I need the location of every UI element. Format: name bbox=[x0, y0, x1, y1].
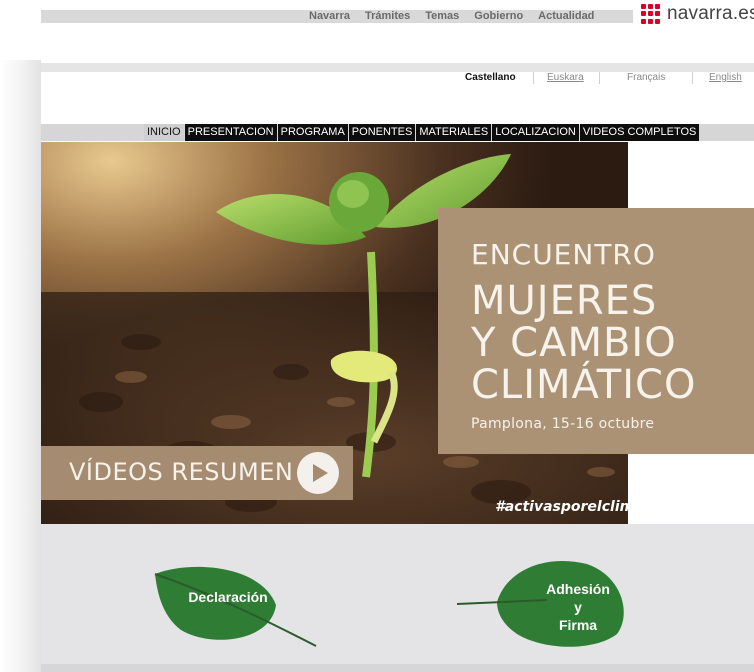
lang-separator bbox=[533, 72, 534, 84]
menu-inicio[interactable]: INICIO bbox=[144, 124, 185, 141]
menu-programa[interactable]: PROGRAMA bbox=[277, 124, 349, 141]
event-title-line-2: Y CAMBIO bbox=[471, 320, 677, 366]
navarra-logo[interactable]: navarra.es bbox=[641, 3, 754, 25]
menu-localizacion[interactable]: LOCALIZACION bbox=[492, 124, 580, 141]
menu-videos-completos[interactable]: VIDEOS COMPLETOS bbox=[579, 124, 701, 141]
menu-presentacion[interactable]: PRESENTACION bbox=[184, 124, 278, 141]
adhesion-label-2: y bbox=[574, 599, 582, 615]
lang-separator bbox=[599, 72, 600, 84]
navarra-dots-icon bbox=[641, 3, 662, 25]
links-section: Declaración Adhesión y Firma bbox=[41, 524, 754, 672]
menu-ponentes[interactable]: PONENTES bbox=[348, 124, 417, 141]
logo-text: navarra.es bbox=[667, 3, 754, 24]
header-divider bbox=[41, 63, 754, 72]
topnav-actualidad[interactable]: Actualidad bbox=[538, 10, 594, 23]
play-icon bbox=[297, 452, 339, 494]
adhesion-firma-link[interactable]: Adhesión y Firma bbox=[456, 554, 633, 655]
menu-materiales[interactable]: MATERIALES bbox=[416, 124, 493, 141]
language-selector: Castellano Euskara Français English bbox=[41, 72, 754, 86]
page-side-shadow bbox=[0, 60, 41, 672]
declaracion-label: Declaración bbox=[188, 589, 268, 605]
leaf-icon bbox=[154, 566, 317, 647]
hashtag: #activasporelclima bbox=[495, 499, 644, 515]
declaracion-link[interactable]: Declaración bbox=[151, 560, 321, 657]
event-title-line-3: CLIMÁTICO bbox=[471, 362, 697, 408]
event-place-date: Pamplona, 15-16 octubre bbox=[471, 416, 655, 432]
lang-english[interactable]: English bbox=[709, 72, 742, 84]
topnav-temas[interactable]: Temas bbox=[425, 10, 459, 23]
topnav-gobierno[interactable]: Gobierno bbox=[474, 10, 523, 23]
adhesion-label-1: Adhesión bbox=[546, 581, 610, 597]
lang-francais[interactable]: Français bbox=[627, 72, 665, 84]
bottom-strip bbox=[41, 664, 754, 672]
event-label: ENCUENTRO bbox=[471, 238, 656, 271]
topnav-tramites[interactable]: Trámites bbox=[365, 10, 410, 23]
event-title-line-1: MUJERES bbox=[471, 278, 658, 324]
videos-resumen-button[interactable]: VÍDEOS RESUMEN bbox=[41, 446, 353, 500]
event-title-panel: ENCUENTRO MUJERES Y CAMBIO CLIMÁTICO Pam… bbox=[438, 208, 754, 454]
adhesion-label-3: Firma bbox=[558, 617, 598, 633]
topnav-navarra[interactable]: Navarra bbox=[309, 10, 350, 23]
lang-castellano: Castellano bbox=[465, 72, 516, 83]
lang-separator bbox=[692, 72, 693, 84]
main-menu: INICIO PRESENTACION PROGRAMA PONENTES MA… bbox=[144, 124, 701, 141]
top-nav: Navarra Trámites Temas Gobierno Actualid… bbox=[309, 10, 609, 23]
lang-euskara[interactable]: Euskara bbox=[547, 72, 584, 84]
videos-resumen-label: VÍDEOS RESUMEN bbox=[69, 458, 294, 486]
